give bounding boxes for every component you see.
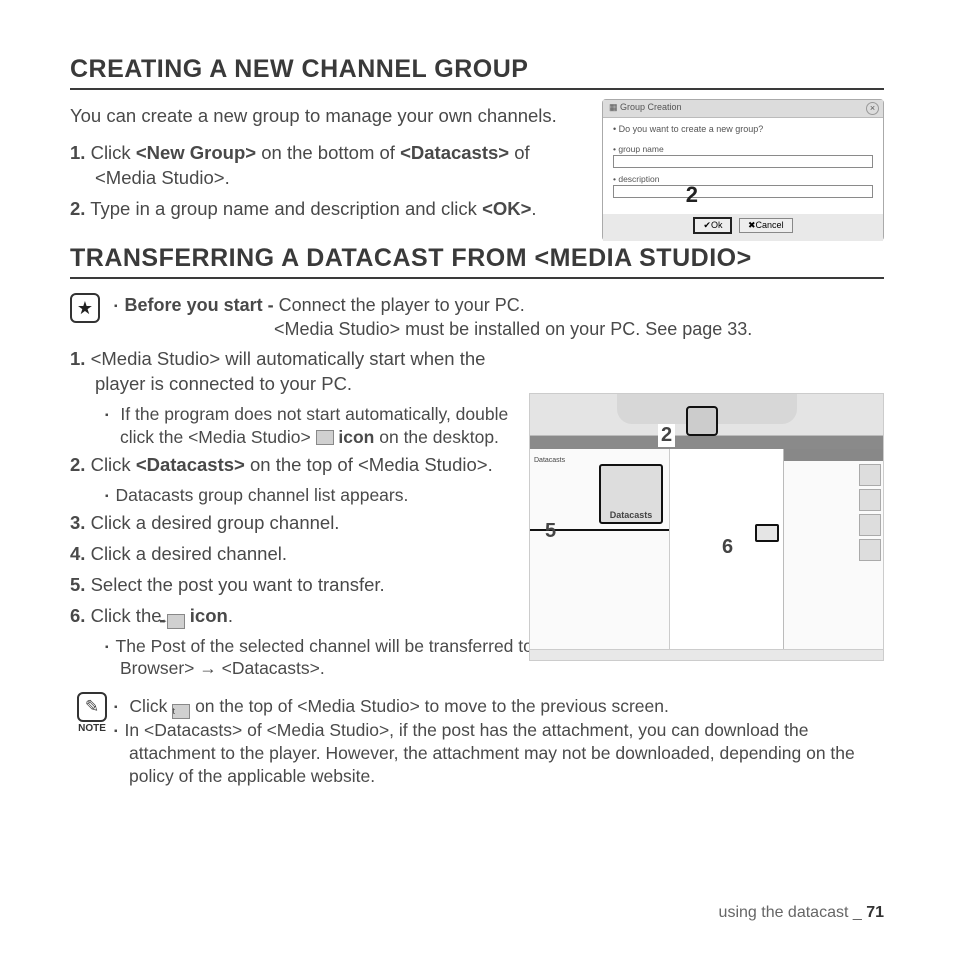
media-studio-icon bbox=[316, 430, 334, 445]
dialog-title-icon: ▦ bbox=[609, 102, 620, 112]
step-2-3: 3. Click a desired group channel. bbox=[70, 511, 515, 536]
step-2-2-sub: Datacasts group channel list appears. bbox=[70, 484, 515, 507]
callout-2-ms: 2 bbox=[658, 424, 675, 447]
close-icon[interactable]: × bbox=[866, 102, 879, 115]
note-icon: ✎ bbox=[77, 692, 107, 722]
group-creation-dialog: ▦ Group Creation × • Do you want to crea… bbox=[602, 99, 884, 241]
star-icon: ★ bbox=[70, 293, 100, 323]
before-you-start: Before you start - Connect the player to… bbox=[114, 293, 752, 342]
intro-text-1: You can create a new group to manage you… bbox=[70, 104, 580, 129]
step-2-2: 2. Click <Datacasts> on the top of <Medi… bbox=[70, 453, 515, 478]
step-2-1: 1. <Media Studio> will automatically sta… bbox=[70, 347, 515, 397]
label-group-name: • group name bbox=[613, 144, 873, 154]
transfer-button-icon[interactable] bbox=[755, 524, 779, 542]
description-input[interactable] bbox=[613, 185, 873, 198]
heading-transferring: TRANSFERRING A DATACAST FROM <MEDIA STUD… bbox=[70, 244, 884, 279]
step-2-6: 6. Click the ➨ icon. bbox=[70, 604, 515, 629]
dialog-question: • Do you want to create a new group? bbox=[613, 124, 873, 134]
note-label: NOTE bbox=[70, 723, 114, 734]
media-studio-screenshot: 2 Datacasts Datacasts 5 6 bbox=[529, 393, 884, 661]
note-item-1: Click t on the top of <Media Studio> to … bbox=[114, 695, 884, 719]
cancel-button[interactable]: ✖Cancel bbox=[739, 218, 793, 233]
dialog-title: Group Creation bbox=[620, 102, 682, 112]
step-1-1: 1. Click <New Group> on the bottom of <D… bbox=[70, 141, 580, 191]
datacasts-top-button[interactable] bbox=[686, 406, 718, 436]
heading-creating-group: CREATING A NEW CHANNEL GROUP bbox=[70, 55, 884, 90]
step-2-5: 5. Select the post you want to transfer. bbox=[70, 573, 515, 598]
ok-button[interactable]: ✔Ok bbox=[693, 217, 732, 234]
step-1-2: 2. Type in a group name and description … bbox=[70, 197, 580, 222]
back-icon: t bbox=[172, 704, 190, 719]
label-description: • description bbox=[613, 174, 873, 184]
group-name-input[interactable] bbox=[613, 155, 873, 168]
callout-5: 5 bbox=[545, 520, 556, 543]
note-item-2: In <Datacasts> of <Media Studio>, if the… bbox=[114, 719, 884, 787]
step-2-1-sub: If the program does not start automatica… bbox=[70, 403, 515, 449]
datacasts-folder-icon[interactable]: Datacasts bbox=[599, 464, 663, 524]
transfer-icon: ➨ bbox=[167, 614, 185, 629]
step-2-4: 4. Click a desired channel. bbox=[70, 542, 515, 567]
page-footer: using the datacast _ 71 bbox=[719, 904, 884, 922]
callout-2-dialog: 2 bbox=[686, 182, 698, 208]
callout-6: 6 bbox=[722, 536, 733, 559]
